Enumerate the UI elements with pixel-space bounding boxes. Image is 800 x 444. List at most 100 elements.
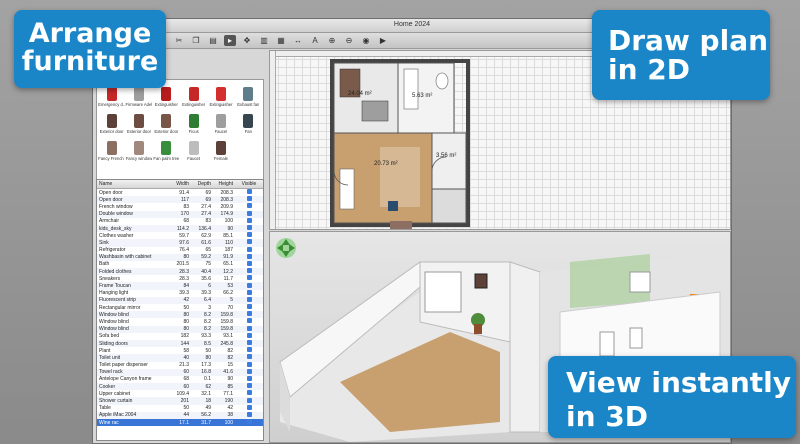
visible-checkbox[interactable] bbox=[235, 203, 261, 210]
catalog-item[interactable]: Extinguisher bbox=[180, 82, 207, 107]
table-row[interactable]: Window blind 80 8.2 159.8 bbox=[97, 325, 263, 333]
visible-checkbox[interactable] bbox=[235, 368, 261, 376]
dimension-icon[interactable]: ↔ bbox=[292, 35, 304, 46]
table-row[interactable]: Cooker 60 62 85 bbox=[97, 383, 263, 391]
catalog-item[interactable]: Fancy French d... bbox=[98, 136, 125, 161]
visible-checkbox[interactable] bbox=[235, 246, 261, 254]
table-row[interactable]: Towel rack 60 16.8 41.6 bbox=[97, 368, 263, 376]
table-row[interactable]: Frame Toucan 84 6 53 bbox=[97, 282, 263, 290]
visible-checkbox[interactable] bbox=[235, 361, 261, 369]
catalog-item[interactable]: Faucet bbox=[207, 109, 234, 134]
catalog-item[interactable]: Fancy window bbox=[125, 136, 152, 161]
column-visible[interactable]: Visible bbox=[235, 181, 261, 187]
visible-checkbox[interactable] bbox=[235, 340, 261, 347]
catalog-item[interactable]: Female bbox=[207, 136, 234, 161]
table-row[interactable]: Shower curtain 201 18 190 bbox=[97, 397, 263, 405]
catalog-item[interactable]: Exterior door bbox=[153, 109, 180, 134]
catalog-item[interactable]: Exterior door bbox=[98, 109, 125, 134]
catalog-item[interactable]: Fan bbox=[235, 109, 262, 134]
table-row[interactable]: Antelope Canyon frame 68 0.1 90 bbox=[97, 375, 263, 383]
text-icon[interactable]: A bbox=[309, 35, 321, 46]
table-row[interactable]: Folded clothes 28.3 40.4 12.2 bbox=[97, 268, 263, 276]
table-row[interactable]: kids_desk_sky 114.2 136.4 90 bbox=[97, 224, 263, 233]
table-row[interactable]: French window 83 27.4 209.9 bbox=[97, 203, 263, 210]
visible-checkbox[interactable] bbox=[235, 196, 261, 203]
table-row[interactable]: Open door 91.4 69 208.3 bbox=[97, 189, 263, 196]
visible-checkbox[interactable] bbox=[235, 296, 261, 304]
table-row[interactable]: Fluorescent strip 42 6.4 5 bbox=[97, 296, 263, 304]
visible-checkbox[interactable] bbox=[235, 354, 261, 361]
table-row[interactable]: Sink 97.6 61.6 110 bbox=[97, 239, 263, 247]
visible-checkbox[interactable] bbox=[235, 311, 261, 318]
visible-checkbox[interactable] bbox=[235, 225, 261, 232]
table-row[interactable]: Upper cabinet 109.4 32.1 77.1 bbox=[97, 390, 263, 397]
visible-checkbox[interactable] bbox=[235, 289, 261, 297]
table-row[interactable]: Rectangular mirror 50 3 70 bbox=[97, 304, 263, 311]
pan-icon[interactable]: ✥ bbox=[241, 35, 253, 46]
table-row[interactable]: Window blind 80 8.2 159.8 bbox=[97, 311, 263, 319]
wall-icon[interactable]: ▥ bbox=[258, 35, 270, 46]
table-row[interactable]: Armchair 68 83 100 bbox=[97, 217, 263, 225]
visible-checkbox[interactable] bbox=[235, 419, 261, 426]
table-row[interactable]: Table 50 49 42 bbox=[97, 404, 263, 412]
table-row[interactable]: Refrigerator 76.4 65 187 bbox=[97, 246, 263, 254]
zoom-out-icon[interactable]: ⊖ bbox=[343, 35, 355, 46]
table-row[interactable]: Bath 201.5 75 65.1 bbox=[97, 260, 263, 268]
visible-checkbox[interactable] bbox=[235, 282, 261, 290]
visible-checkbox[interactable] bbox=[235, 390, 261, 397]
visible-checkbox[interactable] bbox=[235, 375, 261, 383]
catalog-item[interactable]: Exterior door bbox=[125, 109, 152, 134]
checkbox-checked-icon bbox=[246, 361, 252, 367]
visible-checkbox[interactable] bbox=[235, 260, 261, 268]
room-icon[interactable]: ▦ bbox=[275, 35, 287, 46]
table-row[interactable]: Wine rac 17.1 31.7 100 bbox=[97, 419, 263, 427]
table-row[interactable]: Apple iMac 2004 44 56.2 38 bbox=[97, 411, 263, 419]
table-row[interactable]: Sofa bed 182 93.3 93.1 bbox=[97, 332, 263, 340]
visible-checkbox[interactable] bbox=[235, 268, 261, 275]
catalog-item[interactable]: Fan palm tree bbox=[153, 136, 180, 161]
visible-checkbox[interactable] bbox=[235, 325, 261, 333]
table-row[interactable]: Window blind 80 8.2 159.8 bbox=[97, 318, 263, 325]
catalog-item[interactable]: Faucet bbox=[180, 136, 207, 161]
visible-checkbox[interactable] bbox=[235, 318, 261, 325]
table-row[interactable]: Double window 170 27.4 174.9 bbox=[97, 210, 263, 218]
visible-checkbox[interactable] bbox=[235, 411, 261, 419]
visible-checkbox[interactable] bbox=[235, 232, 261, 239]
visible-checkbox[interactable] bbox=[235, 189, 261, 196]
select-icon[interactable]: ▸ bbox=[224, 35, 236, 46]
catalog-item[interactable] bbox=[235, 136, 262, 161]
table-row[interactable]: Toilet unit 40 80 82 bbox=[97, 354, 263, 362]
visible-checkbox[interactable] bbox=[235, 332, 261, 340]
table-row[interactable]: Hanging light 39.3 39.3 66.2 bbox=[97, 289, 263, 297]
table-row[interactable]: Washbasin with cabinet 80 59.2 91.9 bbox=[97, 253, 263, 261]
visible-checkbox[interactable] bbox=[235, 383, 261, 390]
column-height[interactable]: Height bbox=[213, 181, 235, 187]
visible-checkbox[interactable] bbox=[235, 397, 261, 405]
visible-checkbox[interactable] bbox=[235, 217, 261, 225]
catalog-item[interactable]: Extinguisher bbox=[207, 82, 234, 107]
visible-checkbox[interactable] bbox=[235, 239, 261, 246]
visible-checkbox[interactable] bbox=[235, 347, 261, 354]
video-icon[interactable]: ▶ bbox=[377, 35, 389, 46]
visible-checkbox[interactable] bbox=[235, 210, 261, 218]
table-row[interactable]: Clothes washer 59.7 62.9 85.1 bbox=[97, 232, 263, 239]
visible-checkbox[interactable] bbox=[235, 304, 261, 311]
table-row[interactable]: Toilet paper dispenser 21.3 17.3 15 bbox=[97, 361, 263, 369]
visible-checkbox[interactable] bbox=[235, 253, 261, 261]
column-width[interactable]: Width bbox=[171, 181, 191, 187]
zoom-in-icon[interactable]: ⊕ bbox=[326, 35, 338, 46]
visible-checkbox[interactable] bbox=[235, 404, 261, 412]
cut-icon[interactable]: ✂ bbox=[173, 35, 185, 46]
catalog-item[interactable]: Exhaust fan bbox=[235, 82, 262, 107]
table-row[interactable]: Open door 117 69 208.3 bbox=[97, 196, 263, 204]
table-row[interactable]: Plant 58 50 82 bbox=[97, 347, 263, 354]
visible-checkbox[interactable] bbox=[235, 275, 261, 282]
column-name[interactable]: Name bbox=[97, 181, 171, 187]
copy-icon[interactable]: ❐ bbox=[190, 35, 202, 46]
photo-icon[interactable]: ◉ bbox=[360, 35, 372, 46]
paste-icon[interactable]: ▤ bbox=[207, 35, 219, 46]
table-row[interactable]: Sneakers 28.3 35.6 11.7 bbox=[97, 275, 263, 282]
table-row[interactable]: Sliding doors 144 8.5 245.8 bbox=[97, 339, 263, 348]
catalog-item[interactable]: Ficus bbox=[180, 109, 207, 134]
column-depth[interactable]: Depth bbox=[191, 181, 213, 187]
